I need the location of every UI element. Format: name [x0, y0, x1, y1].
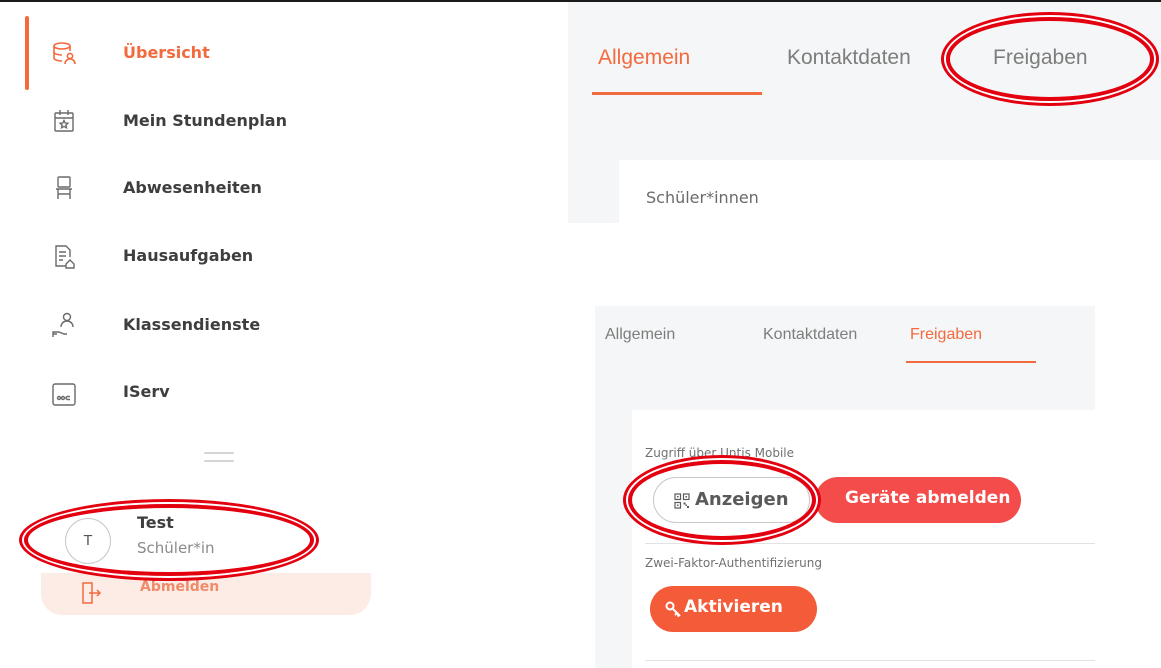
sidebar-item-stundenplan[interactable]: Mein Stundenplan [0, 97, 380, 145]
sidebar-item-label: Mein Stundenplan [123, 111, 287, 130]
calendar-icon [54, 110, 74, 132]
tab-freigaben[interactable]: Freigaben [993, 46, 1088, 70]
sharing-card: Zugriff über Untis Mobile Anzeigen Gerät… [632, 410, 1095, 668]
logout-label: Abmelden [140, 579, 220, 595]
activate-2fa-button[interactable]: Aktivieren [650, 586, 817, 632]
iserv-icon [52, 383, 76, 406]
sidebar-item-label: Übersicht [123, 43, 210, 62]
sidebar-item-iserv[interactable]: IServ [0, 368, 380, 416]
activate-button-label: Aktivieren [684, 597, 783, 617]
students-label: Schüler*innen [646, 188, 759, 207]
tab-kontaktdaten[interactable]: Kontaktdaten [763, 326, 857, 344]
class-duty-icon [52, 312, 74, 337]
logout-button[interactable]: Abmelden [41, 573, 371, 615]
settings-panel-bottom: Allgemein Kontaktdaten Freigaben Zugriff… [595, 306, 1095, 668]
tab-kontaktdaten[interactable]: Kontaktdaten [787, 46, 911, 70]
sidebar-item-overview[interactable]: Übersicht [0, 29, 380, 77]
logout-devices-button[interactable]: Geräte abmelden [815, 477, 1021, 523]
logout-icon [82, 582, 102, 604]
sidebar-item-label: Abwesenheiten [123, 178, 262, 197]
active-tab-underline [906, 361, 1036, 363]
active-tab-underline [592, 92, 762, 95]
sidebar-resize-handle[interactable] [204, 452, 234, 464]
tab-allgemein[interactable]: Allgemein [598, 46, 690, 70]
divider [645, 660, 1095, 661]
overview-icon [53, 42, 76, 65]
user-role: Schüler*in [137, 539, 215, 557]
sidebar: Übersicht Mein Stundenplan Abwesenheiten [0, 0, 400, 668]
qr-code-icon [674, 493, 690, 509]
settings-panel-top: Allgemein Kontaktdaten Freigaben Schüler… [568, 2, 1161, 223]
sidebar-item-label: IServ [123, 382, 170, 401]
logout-devices-label: Geräte abmelden [845, 488, 1011, 508]
key-icon [665, 601, 681, 618]
show-qr-button[interactable]: Anzeigen [653, 477, 810, 523]
show-button-label: Anzeigen [695, 489, 789, 510]
two-factor-label: Zwei-Faktor-Authentifizierung [645, 556, 822, 570]
homework-icon [55, 245, 75, 269]
sidebar-item-label: Hausaufgaben [123, 246, 254, 265]
user-name: Test [137, 513, 174, 532]
sidebar-item-abwesenheiten[interactable]: Abwesenheiten [0, 164, 380, 212]
avatar: T [65, 518, 111, 564]
tab-allgemein[interactable]: Allgemein [605, 326, 675, 344]
sidebar-item-label: Klassendienste [123, 315, 261, 334]
students-card: Schüler*innen [619, 160, 1161, 223]
mobile-access-label: Zugriff über Untis Mobile [645, 446, 795, 460]
divider [645, 543, 1095, 544]
chair-icon [56, 176, 72, 199]
user-profile[interactable]: T Test Schüler*in [40, 505, 340, 575]
sidebar-item-hausaufgaben[interactable]: Hausaufgaben [0, 232, 380, 280]
tab-freigaben[interactable]: Freigaben [910, 326, 982, 344]
sidebar-item-klassendienste[interactable]: Klassendienste [0, 301, 380, 349]
